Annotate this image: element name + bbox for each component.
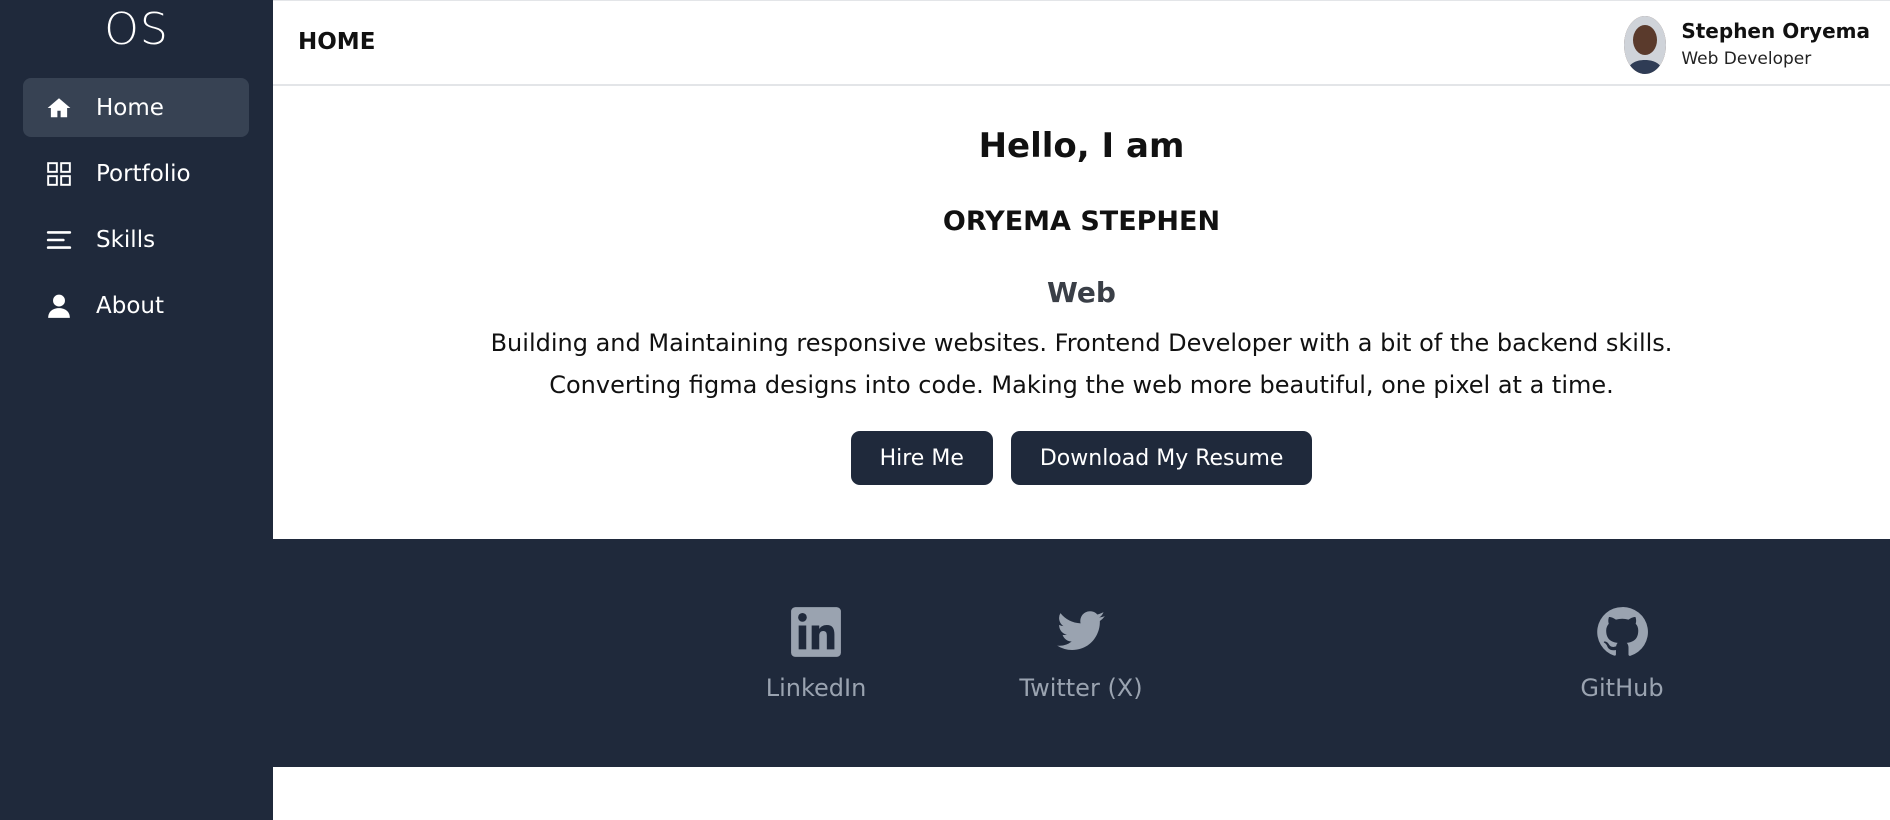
top-bar: HOME Stephen Oryema Web Developer [273, 0, 1890, 86]
user-icon [45, 292, 73, 320]
sidebar-item-label: Home [96, 94, 164, 121]
sidebar-item-skills[interactable]: Skills [23, 210, 249, 269]
twitter-icon [971, 604, 1191, 660]
social-link-twitter[interactable]: Twitter (X) [971, 604, 1191, 702]
hero-buttons: Hire Me Download My Resume [273, 431, 1890, 485]
sidebar-item-label: Portfolio [96, 160, 191, 187]
sidebar-item-about[interactable]: About [23, 276, 249, 335]
grid-icon [45, 160, 73, 188]
description-line: Building and Maintaining responsive webs… [490, 329, 1673, 357]
sidebar-item-portfolio[interactable]: Portfolio [23, 144, 249, 203]
social-link-linkedin[interactable]: LinkedIn [706, 604, 926, 702]
avatar[interactable] [1624, 16, 1667, 74]
profile-role: Web Developer [1681, 49, 1812, 69]
download-resume-button[interactable]: Download My Resume [1010, 431, 1313, 485]
profile-text: Stephen Oryema Web Developer [1681, 17, 1870, 73]
linkedin-icon [706, 604, 926, 660]
social-links-section: LinkedIn Twitter (X) GitHub [273, 539, 1890, 767]
social-link-github[interactable]: GitHub [1512, 604, 1732, 702]
sidebar: OS Home Portfolio Skills About [0, 0, 273, 820]
hero-description: Building and Maintaining responsive webs… [423, 322, 1740, 406]
hero-name: ORYEMA STEPHEN [942, 206, 1221, 237]
list-icon [45, 226, 73, 254]
social-label: GitHub [1580, 674, 1664, 702]
profile-name: Stephen Oryema [1681, 19, 1870, 43]
github-icon [1512, 604, 1732, 660]
sidebar-item-label: About [96, 292, 165, 319]
hero-greeting: Hello, I am [978, 126, 1185, 166]
home-icon [45, 94, 73, 122]
description-line: Converting figma designs into code. Maki… [549, 371, 1614, 399]
logo[interactable]: OS [0, 4, 273, 55]
social-label: LinkedIn [765, 674, 867, 702]
sidebar-item-label: Skills [96, 226, 156, 253]
sidebar-nav: Home Portfolio Skills About [23, 78, 249, 342]
typed-text: Web [1047, 276, 1116, 309]
user-profile[interactable]: Stephen Oryema Web Developer [1624, 15, 1870, 75]
social-label: Twitter (X) [1019, 674, 1143, 702]
hero-section: Hello, I am ORYEMA STEPHEN Web Building … [273, 88, 1890, 539]
hire-me-button[interactable]: Hire Me [850, 431, 993, 485]
sidebar-item-home[interactable]: Home [23, 78, 249, 137]
page-title: HOME [298, 29, 376, 55]
